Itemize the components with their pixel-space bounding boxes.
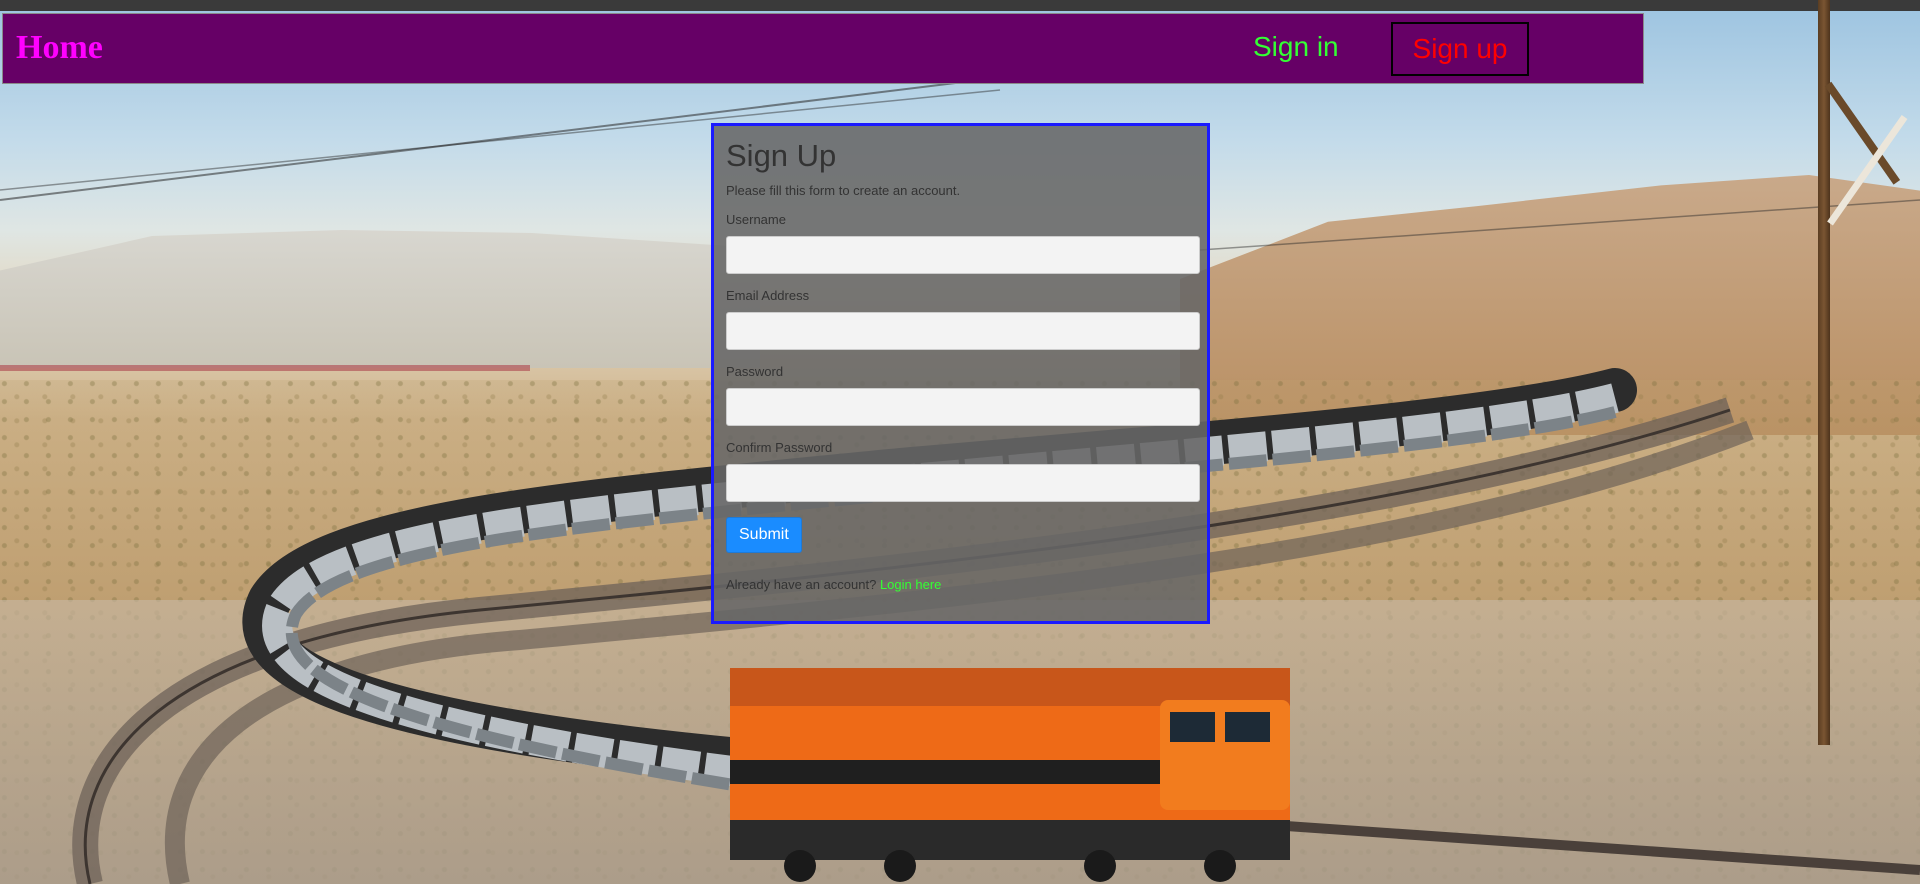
form-subtitle: Please fill this form to create an accou… (726, 183, 961, 199)
sign-up-link[interactable]: Sign up (1391, 22, 1529, 76)
form-title: Sign Up (726, 138, 837, 173)
submit-button[interactable]: Submit (726, 517, 802, 554)
login-prompt-line: Already have an account? Login here (726, 577, 1197, 592)
signup-form-card: Sign Up Please fill this form to create … (711, 123, 1210, 624)
username-label: Username (726, 212, 786, 228)
username-input[interactable] (726, 236, 1200, 275)
confirm-password-field-group: Confirm Password (726, 440, 1200, 503)
email-input[interactable] (726, 312, 1200, 351)
email-field-group: Email Address (726, 288, 1200, 351)
login-prompt-text: Already have an account? (726, 577, 877, 593)
confirm-password-input[interactable] (726, 464, 1200, 503)
email-label: Email Address (726, 288, 810, 304)
password-field-group: Password (726, 364, 1200, 427)
sign-in-link[interactable]: Sign in (1253, 33, 1339, 61)
login-here-link[interactable]: Login here (880, 577, 941, 592)
utility-pole (1818, 0, 1830, 745)
username-field-group: Username (726, 212, 1200, 275)
top-navbar: Home Sign in Sign up (2, 13, 1644, 84)
home-link[interactable]: Home (16, 31, 103, 65)
confirm-password-label: Confirm Password (726, 440, 833, 456)
password-input[interactable] (726, 388, 1200, 427)
password-label: Password (726, 364, 784, 380)
